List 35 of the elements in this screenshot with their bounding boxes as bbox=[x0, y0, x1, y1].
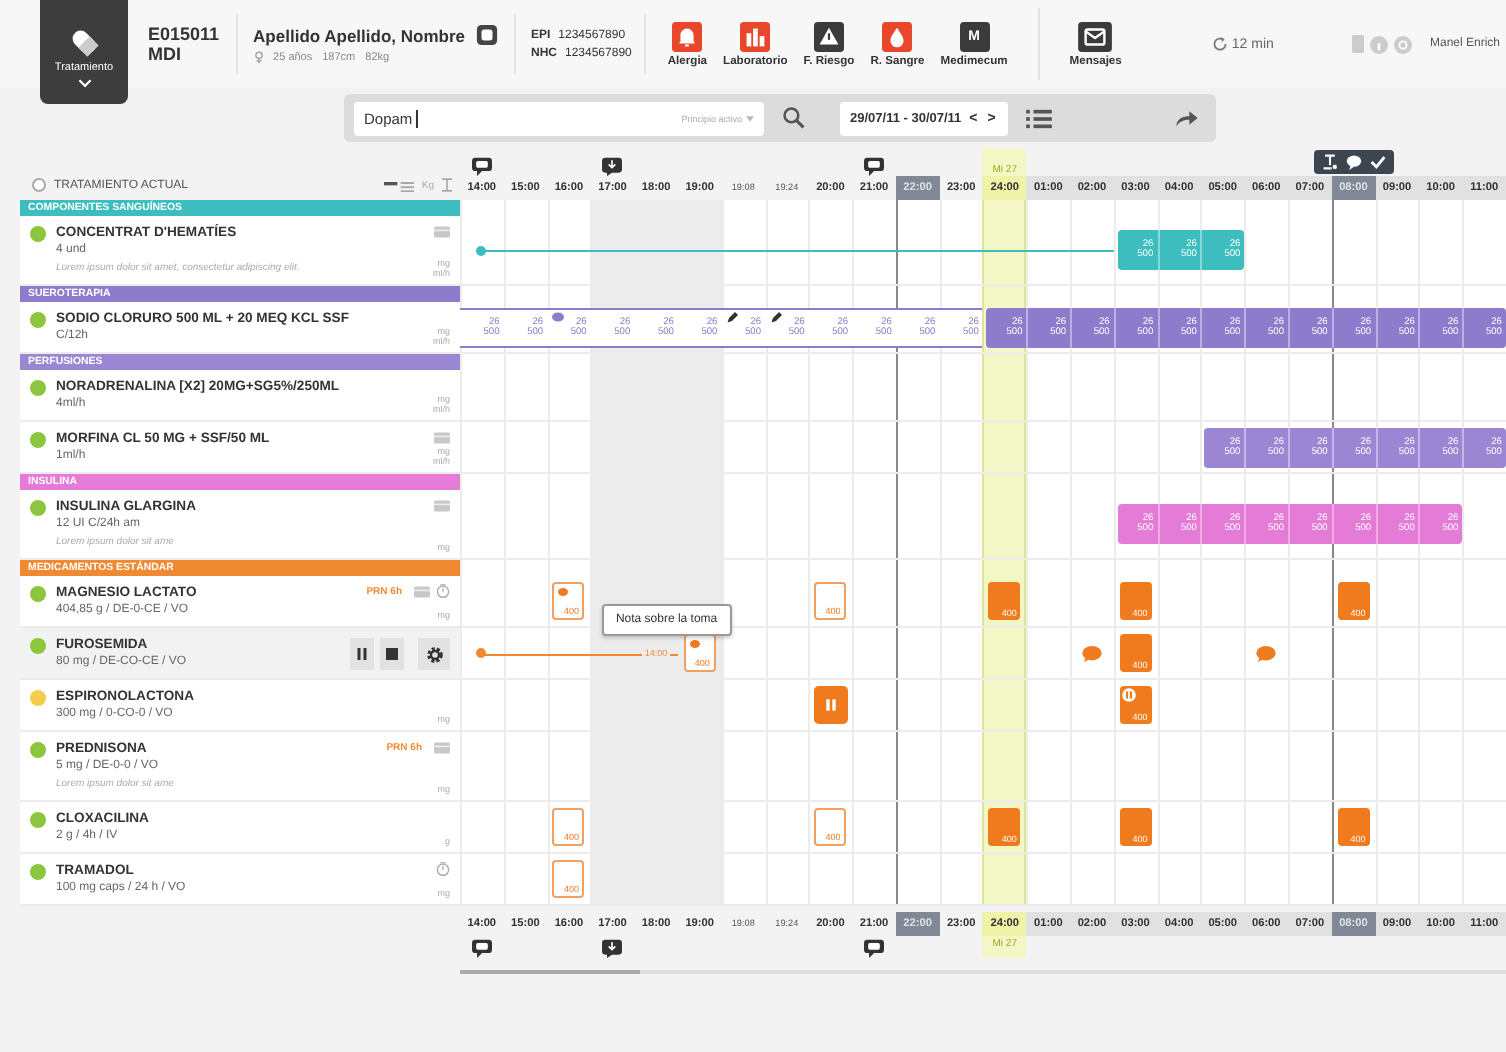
pause-icon bbox=[356, 648, 368, 660]
start-dot bbox=[476, 648, 487, 658]
check-icon[interactable] bbox=[1369, 154, 1386, 170]
bed-code: E015011 bbox=[148, 24, 220, 44]
select-all-radio[interactable] bbox=[32, 178, 46, 192]
clear-format-icon[interactable] bbox=[1321, 154, 1338, 170]
share-arrow-icon bbox=[1174, 108, 1198, 128]
chevron-down-icon bbox=[77, 77, 91, 87]
timer-icon[interactable] bbox=[436, 862, 450, 876]
search-icon bbox=[782, 106, 806, 130]
comment-icon[interactable] bbox=[864, 156, 884, 176]
settings-button[interactable] bbox=[418, 638, 450, 670]
gear-icon bbox=[425, 645, 443, 663]
envelope-icon bbox=[1078, 21, 1113, 51]
start-dot bbox=[476, 245, 487, 255]
comment-icon[interactable] bbox=[471, 156, 492, 176]
timer-icon[interactable] bbox=[436, 584, 450, 598]
note-download-icon[interactable] bbox=[602, 156, 623, 176]
note-download-icon[interactable] bbox=[602, 938, 623, 958]
pause-button[interactable] bbox=[350, 638, 374, 670]
refresh-icon[interactable] bbox=[1211, 36, 1228, 52]
view-toggle-icon[interactable] bbox=[383, 182, 414, 192]
scrollbar-thumb[interactable] bbox=[460, 970, 640, 974]
comment-icon[interactable] bbox=[1345, 154, 1362, 170]
patient-name: Apellido Apellido, Nombre bbox=[253, 25, 465, 45]
comment-icon[interactable] bbox=[864, 938, 884, 958]
comment-icon[interactable] bbox=[471, 938, 492, 958]
pencil-icon[interactable] bbox=[725, 311, 738, 323]
stop-icon bbox=[386, 648, 398, 660]
gender-icon bbox=[253, 50, 264, 64]
paused-dose-icon[interactable] bbox=[813, 686, 848, 724]
stop-button[interactable] bbox=[380, 638, 404, 670]
list-icon bbox=[1025, 107, 1052, 129]
pencil-icon[interactable] bbox=[769, 311, 782, 323]
unit-code: MDI bbox=[148, 44, 183, 64]
